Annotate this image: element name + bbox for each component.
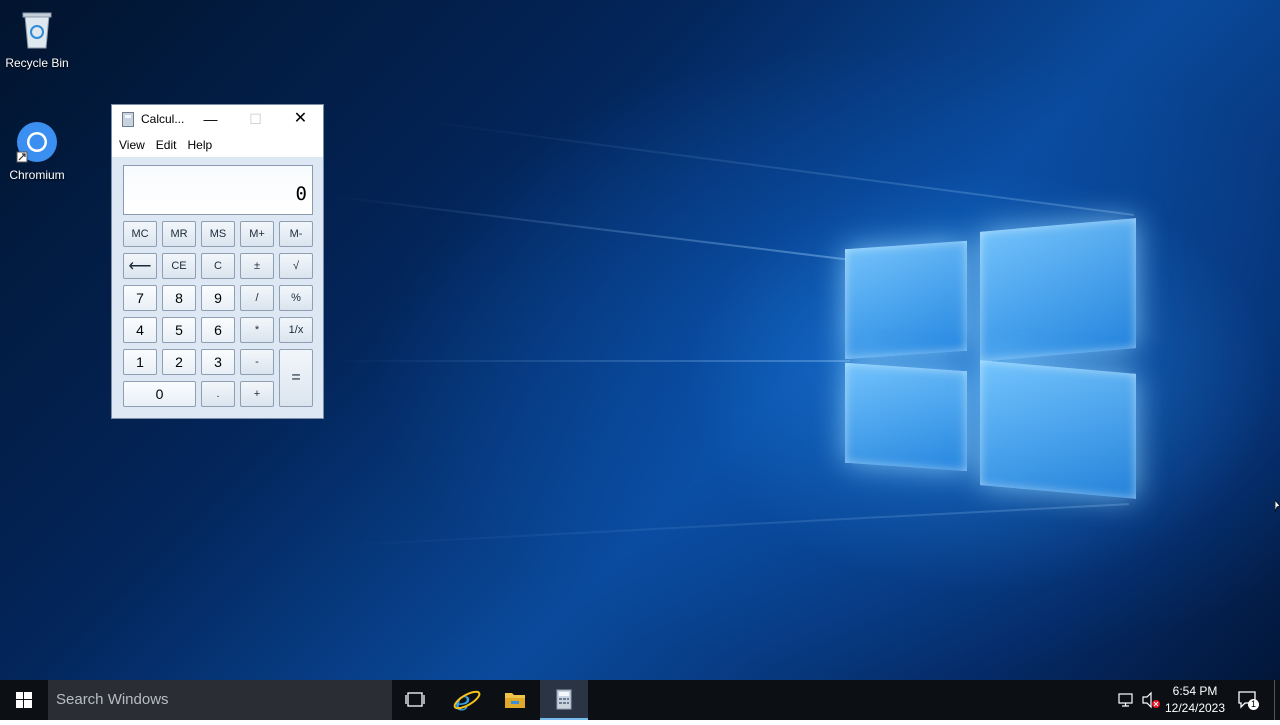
clear-button[interactable]: C bbox=[201, 253, 235, 279]
menu-bar: View Edit Help bbox=[112, 133, 323, 157]
chromium-icon bbox=[15, 120, 59, 164]
desktop-icon-chromium[interactable]: Chromium bbox=[0, 120, 74, 182]
light-beam bbox=[419, 120, 1134, 216]
menu-edit[interactable]: Edit bbox=[155, 133, 183, 157]
desktop-icon-label: Recycle Bin bbox=[5, 56, 69, 70]
file-explorer-icon bbox=[505, 693, 525, 708]
digit-1-button[interactable]: 1 bbox=[123, 349, 157, 375]
reciprocal-button[interactable]: 1/x bbox=[279, 317, 313, 343]
internet-explorer-icon: e bbox=[453, 687, 481, 717]
windows-start-icon bbox=[16, 692, 32, 708]
digit-4-button[interactable]: 4 bbox=[123, 317, 157, 343]
display-value: 0 bbox=[295, 183, 307, 205]
light-beam bbox=[329, 195, 847, 261]
menu-help[interactable]: Help bbox=[186, 133, 218, 157]
clock-date: 12/24/2023 bbox=[1164, 701, 1226, 715]
recycle-bin-icon bbox=[15, 8, 59, 52]
calculator-icon bbox=[122, 112, 134, 127]
plus-button[interactable]: + bbox=[240, 381, 274, 407]
calculator-icon bbox=[556, 689, 572, 710]
minus-button[interactable]: - bbox=[240, 349, 274, 375]
backspace-button[interactable]: ⟵ bbox=[123, 253, 157, 279]
notification-count-badge: 1 bbox=[1248, 699, 1259, 710]
title-bar[interactable]: Calcul... — ☐ ✕ bbox=[112, 105, 323, 133]
digit-6-button[interactable]: 6 bbox=[201, 317, 235, 343]
desktop-background: Recycle Bin Chromium Calcul... — ☐ ✕ Vie… bbox=[0, 0, 1280, 680]
digit-9-button[interactable]: 9 bbox=[201, 285, 235, 311]
divide-button[interactable]: / bbox=[240, 285, 274, 311]
minimize-button[interactable]: — bbox=[188, 105, 233, 133]
m-minus-button[interactable]: M- bbox=[279, 221, 313, 247]
digit-7-button[interactable]: 7 bbox=[123, 285, 157, 311]
window-title: Calcul... bbox=[141, 112, 185, 126]
desktop-icon-label: Chromium bbox=[9, 168, 65, 182]
search-input[interactable]: Search Windows bbox=[48, 680, 392, 720]
digit-2-button[interactable]: 2 bbox=[162, 349, 196, 375]
taskbar-clock[interactable]: 6:54 PM 12/24/2023 bbox=[1160, 683, 1230, 717]
show-desktop-button[interactable] bbox=[1274, 680, 1280, 720]
task-view-button[interactable] bbox=[392, 680, 440, 720]
action-center-button[interactable]: 1 bbox=[1236, 688, 1260, 712]
digit-8-button[interactable]: 8 bbox=[162, 285, 196, 311]
calculator-display: 0 bbox=[123, 165, 313, 215]
sqrt-button[interactable]: √ bbox=[279, 253, 313, 279]
ce-button[interactable]: CE bbox=[162, 253, 196, 279]
file-explorer-taskbar-button[interactable] bbox=[491, 680, 539, 720]
taskbar: Search Windows e 6:54 PM 12/24/2023 1 bbox=[0, 680, 1280, 720]
ms-button[interactable]: MS bbox=[201, 221, 235, 247]
digit-3-button[interactable]: 3 bbox=[201, 349, 235, 375]
maximize-button[interactable]: ☐ bbox=[233, 105, 278, 133]
desktop-icon-recycle-bin[interactable]: Recycle Bin bbox=[0, 8, 74, 70]
decimal-button[interactable]: . bbox=[201, 381, 235, 407]
digit-5-button[interactable]: 5 bbox=[162, 317, 196, 343]
volume-muted-icon[interactable] bbox=[1140, 690, 1162, 715]
task-view-icon bbox=[405, 692, 425, 707]
m-plus-button[interactable]: M+ bbox=[240, 221, 274, 247]
calculator-taskbar-button[interactable] bbox=[540, 680, 588, 720]
clock-time: 6:54 PM bbox=[1172, 684, 1218, 698]
calculator-window: Calcul... — ☐ ✕ View Edit Help 0 MC MR M… bbox=[111, 104, 324, 419]
plus-minus-button[interactable]: ± bbox=[240, 253, 274, 279]
multiply-button[interactable]: * bbox=[240, 317, 274, 343]
internet-explorer-taskbar-button[interactable]: e bbox=[442, 680, 490, 720]
menu-view[interactable]: View bbox=[118, 133, 151, 157]
percent-button[interactable]: % bbox=[279, 285, 313, 311]
network-icon[interactable] bbox=[1116, 690, 1136, 715]
close-button[interactable]: ✕ bbox=[278, 105, 323, 133]
equals-button[interactable]: = bbox=[279, 349, 313, 407]
mr-button[interactable]: MR bbox=[162, 221, 196, 247]
mc-button[interactable]: MC bbox=[123, 221, 157, 247]
light-beam bbox=[329, 503, 1129, 547]
digit-0-button[interactable]: 0 bbox=[123, 381, 196, 407]
light-beam bbox=[330, 360, 850, 362]
start-button[interactable] bbox=[0, 680, 48, 720]
mouse-cursor bbox=[1274, 498, 1280, 523]
